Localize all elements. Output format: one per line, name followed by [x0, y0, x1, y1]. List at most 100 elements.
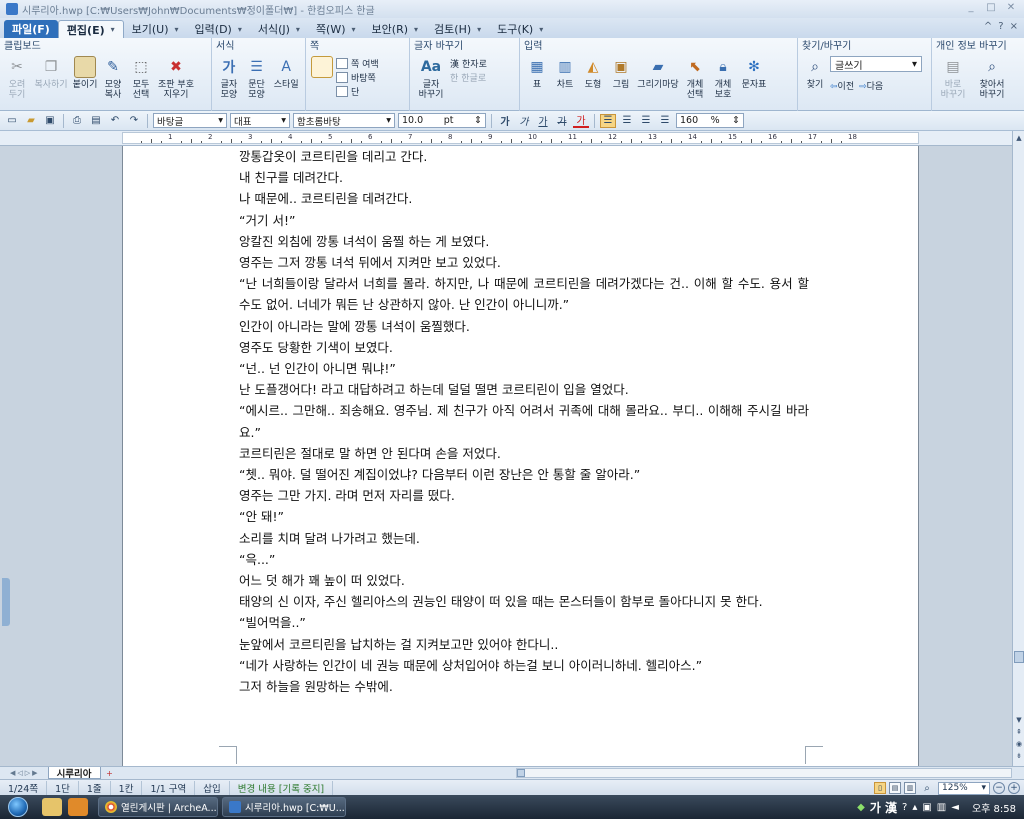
document-paragraph[interactable]: 영주는 그만 가지. 라며 먼저 자리를 떴다.	[239, 485, 809, 506]
find-button[interactable]: ⌕ 찾기	[802, 56, 828, 90]
add-tab-button[interactable]: +	[103, 768, 117, 779]
menu-security[interactable]: 보안(R) ▾	[364, 20, 426, 38]
view-outline-icon[interactable]: ▥	[904, 782, 916, 794]
object-protect-button[interactable]: 🔒︎ 개체 보호	[710, 56, 736, 100]
char-convert-button[interactable]: Aa 글자 바꾸기	[414, 56, 448, 100]
tray-app-icon[interactable]: ▣	[922, 802, 931, 813]
side-panel-handle[interactable]	[2, 578, 10, 626]
document-paragraph[interactable]: 앙칼진 외침에 깡통 녀석이 움찔 하는 게 보였다.	[239, 231, 809, 252]
prev-page-icon[interactable]: ⇞	[1014, 727, 1024, 737]
document-paragraph[interactable]: 어느 덧 해가 꽤 높이 떠 있었다.	[239, 570, 809, 591]
align-left-icon[interactable]: ☰	[619, 114, 635, 128]
copy-button[interactable]: ❐ 복사하기	[32, 56, 70, 90]
task-hwp[interactable]: 시루리아.hwp [C:₩U...	[222, 797, 346, 817]
font-select[interactable]: 함초롬바탕 ▾	[293, 113, 395, 128]
justify-icon[interactable]: ☰	[600, 113, 616, 128]
horizontal-scroll-thumb[interactable]	[517, 769, 525, 777]
drawing-button[interactable]: ▰ 그리기마당	[636, 56, 680, 90]
document-paragraph[interactable]: “네가 사랑하는 인간이 네 권능 때문에 상처입어야 하는걸 보니 아이러니하…	[239, 655, 809, 676]
symbol-button[interactable]: ✻ 문자표	[738, 56, 770, 90]
ribbon-collapse-button[interactable]: ^	[984, 21, 992, 32]
ime-icon[interactable]: ◆	[857, 802, 865, 813]
direct-change-button[interactable]: ▤ 바로 바꾸기	[936, 56, 970, 100]
document-paragraph[interactable]: “윽...”	[239, 549, 809, 570]
underline-button[interactable]: 가	[535, 114, 551, 128]
view-normal-icon[interactable]: ▯	[874, 782, 886, 794]
document-page[interactable]: 깡통갑옷이 코르티린을 데리고 간다. 내 친구를 데려간다. 나 때문에.. 코르…	[122, 146, 919, 766]
chart-button[interactable]: ▥ 차트	[552, 56, 578, 90]
document-body[interactable]: 깡통갑옷이 코르티린을 데리고 간다. 내 친구를 데려간다. 나 때문에.. 코르…	[239, 146, 809, 697]
horizontal-ruler[interactable]: 1 2 3 4 5 6 7 8 9 10 11 12 13 14 15 16 17 18	[0, 131, 1024, 146]
scroll-thumb[interactable]	[1014, 651, 1024, 663]
hangul-button[interactable]: 한 한글로	[450, 70, 487, 84]
shape-button[interactable]: ◭ 도형	[580, 56, 606, 90]
clear-format-button[interactable]: ✖ 조판 부호 지우기	[156, 56, 196, 100]
task-browser[interactable]: 열린게시판 | ArcheA...	[98, 797, 218, 817]
network-icon[interactable]: ▥	[937, 802, 946, 813]
document-paragraph[interactable]: 영주는 그저 깡통 녀석 뒤에서 지켜만 보고 있었다.	[239, 252, 809, 273]
find-combo[interactable]: 글쓰기 ▾	[830, 56, 922, 72]
prev-button[interactable]: ⇦이전	[830, 79, 854, 92]
prev-tab-icon[interactable]: ◁	[17, 769, 22, 777]
select-browse-icon[interactable]: ◉	[1014, 739, 1024, 749]
column-button[interactable]: 단	[336, 84, 379, 98]
select-all-button[interactable]: ⬚ 모두 선택	[128, 56, 154, 100]
tray-expand-icon[interactable]: ▴	[912, 802, 917, 813]
format-copy-button[interactable]: ✎ 모양 복사	[100, 56, 126, 100]
document-paragraph[interactable]: “안 돼!”	[239, 506, 809, 527]
status-insert-mode[interactable]: 삽입	[195, 780, 230, 795]
ime-mode[interactable]: 가 漢	[870, 799, 897, 816]
document-paragraph[interactable]: 소리를 치며 달려 나가려고 했는데.	[239, 528, 809, 549]
lang-select[interactable]: 대표 ▾	[230, 113, 290, 128]
italic-button[interactable]: 가	[516, 114, 532, 128]
align-right-icon[interactable]: ☰	[657, 114, 673, 128]
document-paragraph[interactable]: 영주도 당황한 기색이 보였다.	[239, 337, 809, 358]
menu-page[interactable]: 쪽(W) ▾	[308, 20, 364, 38]
char-shape-button[interactable]: 가 글자 모양	[216, 56, 242, 100]
save-icon[interactable]: ▣	[42, 114, 58, 128]
page-setup-button[interactable]	[310, 56, 334, 78]
document-paragraph[interactable]: 깡통갑옷이 코르티린을 데리고 간다.	[239, 146, 809, 167]
help-button[interactable]: ?	[998, 21, 1003, 32]
style-select[interactable]: 바탕글 ▾	[153, 113, 227, 128]
table-button[interactable]: ▦ 표	[524, 56, 550, 90]
media-player-icon[interactable]	[68, 798, 88, 816]
horizontal-scrollbar[interactable]	[516, 768, 1012, 778]
document-paragraph[interactable]: 태양의 신 이자, 주신 헬리아스의 권능인 태양이 떠 있을 때는 몬스터들이…	[239, 591, 809, 612]
document-paragraph[interactable]: “빌어먹을..”	[239, 612, 809, 633]
menu-format[interactable]: 서식(J) ▾	[250, 20, 308, 38]
cut-button[interactable]: ✂ 오려 두기	[4, 56, 30, 100]
paste-button[interactable]: 붙이기	[72, 56, 98, 90]
menu-review[interactable]: 검토(H) ▾	[426, 20, 489, 38]
next-tab-icon[interactable]: ▷	[25, 769, 30, 777]
start-button[interactable]	[0, 795, 36, 819]
explorer-icon[interactable]	[42, 798, 62, 816]
redo-icon[interactable]: ↷	[126, 114, 142, 128]
page-background-button[interactable]: 바탕쪽	[336, 70, 379, 84]
bold-button[interactable]: 가	[497, 114, 513, 128]
next-button[interactable]: ⇨다음	[859, 79, 883, 92]
document-paragraph[interactable]: 눈앞에서 코르티린을 납치하는 걸 지켜보고만 있어야 한다니..	[239, 634, 809, 655]
clock[interactable]: 오후 8:58	[972, 800, 1016, 815]
first-tab-icon[interactable]: ◀	[10, 769, 15, 777]
maximize-button[interactable]: □	[984, 2, 998, 14]
volume-icon[interactable]: ◄	[951, 802, 959, 813]
document-paragraph[interactable]: 인간이 아니라는 말에 깡통 녀석이 움찔했다.	[239, 316, 809, 337]
menu-insert[interactable]: 입력(D) ▾	[187, 20, 250, 38]
view-web-icon[interactable]: ▤	[889, 782, 901, 794]
print-icon[interactable]: ⎙	[69, 114, 85, 128]
help-icon[interactable]: ?	[902, 802, 907, 813]
magnifier-icon[interactable]: ⌕	[919, 781, 935, 795]
page-margin-button[interactable]: 쪽 여백	[336, 56, 379, 70]
align-center-icon[interactable]: ☰	[638, 114, 654, 128]
menu-file[interactable]: 파일(F)	[4, 20, 58, 38]
new-doc-icon[interactable]: ▭	[4, 114, 20, 128]
tab-document[interactable]: 시루리아	[47, 767, 101, 780]
hanja-button[interactable]: 漢 한자로	[450, 56, 487, 70]
document-paragraph[interactable]: 코르티린은 절대로 말 하면 안 된다며 손을 저었다.	[239, 443, 809, 464]
document-paragraph[interactable]: “거기 서!”	[239, 210, 809, 231]
minimize-button[interactable]: _	[964, 2, 978, 14]
menu-tools[interactable]: 도구(K) ▾	[489, 20, 551, 38]
open-folder-icon[interactable]: ▰	[23, 114, 39, 128]
document-paragraph[interactable]: 내 친구를 데려간다.	[239, 167, 809, 188]
